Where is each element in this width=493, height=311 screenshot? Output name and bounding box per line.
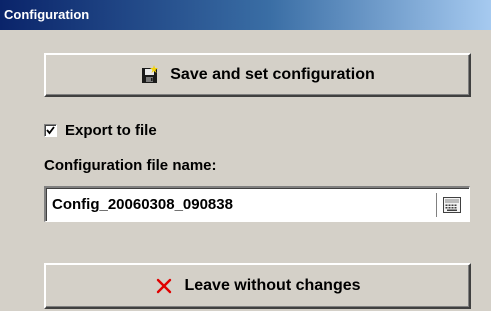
- export-checkbox[interactable]: [44, 123, 57, 137]
- export-to-file-option[interactable]: Export to file: [44, 121, 157, 139]
- leave-button-label: Leave without changes: [184, 277, 361, 294]
- export-checkbox-label: Export to file: [65, 121, 157, 139]
- configuration-dialog: Configuration Save and set configuration…: [0, 0, 493, 311]
- red-x-icon: [154, 276, 174, 296]
- window-title: Configuration: [4, 7, 90, 22]
- config-filename-input[interactable]: Config_20060308_090838: [44, 186, 470, 222]
- title-bar: Configuration: [0, 0, 491, 30]
- filename-label: Configuration file name:: [44, 157, 217, 174]
- input-separator: [436, 193, 437, 217]
- floppy-disk-icon: [140, 65, 160, 85]
- leave-without-changes-button[interactable]: Leave without changes: [44, 263, 471, 309]
- save-button-label: Save and set configuration: [170, 66, 375, 83]
- keyboard-icon[interactable]: [443, 196, 461, 214]
- checkmark-icon: [46, 125, 55, 134]
- save-and-set-configuration-button[interactable]: Save and set configuration: [44, 53, 471, 97]
- filename-value: Config_20060308_090838: [52, 196, 233, 213]
